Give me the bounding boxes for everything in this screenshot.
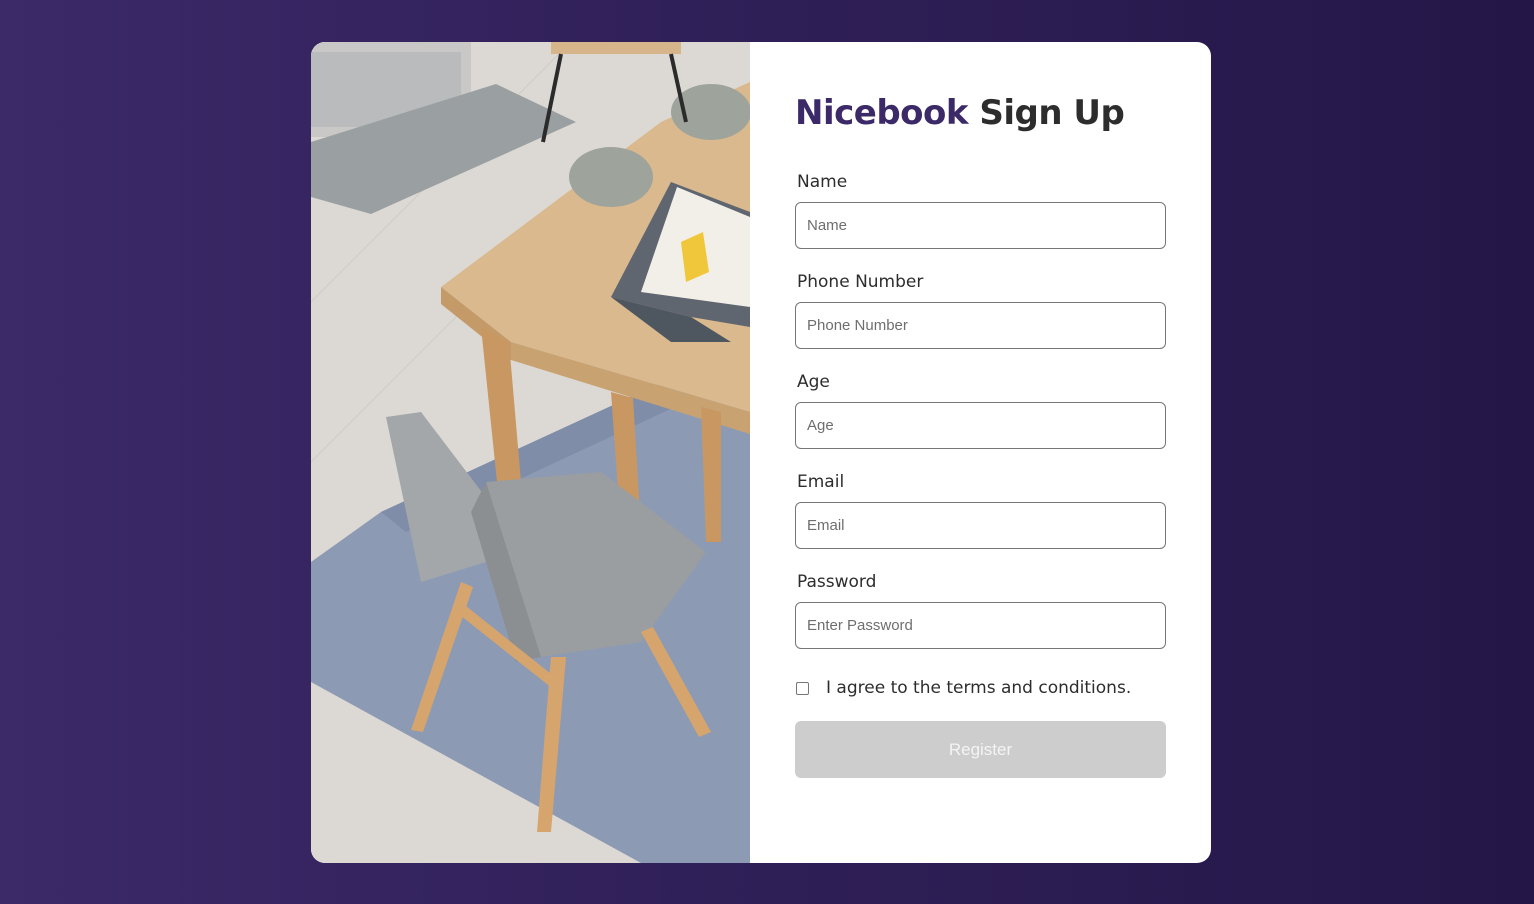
name-label: Name [797, 172, 848, 192]
age-label: Age [797, 372, 830, 392]
terms-checkbox[interactable] [796, 681, 809, 695]
password-field-group: Password [795, 572, 1166, 649]
terms-row: I agree to the terms and conditions. [795, 675, 1166, 701]
interior-photo [311, 42, 750, 863]
password-label: Password [797, 572, 877, 592]
name-input[interactable] [795, 202, 1166, 249]
email-input[interactable] [795, 502, 1166, 549]
signup-form: Nicebook Sign Up Name Phone Number Age E… [750, 42, 1211, 863]
terms-label: I agree to the terms and conditions. [826, 678, 1132, 698]
password-input[interactable] [795, 602, 1166, 649]
phone-field-group: Phone Number [795, 272, 1166, 349]
page-title: Nicebook Sign Up [795, 90, 1166, 136]
email-field-group: Email [795, 472, 1166, 549]
email-label: Email [797, 472, 845, 492]
age-field-group: Age [795, 372, 1166, 449]
name-field-group: Name [795, 172, 1166, 249]
brand-name: Nicebook [795, 93, 969, 133]
title-text: Sign Up [979, 93, 1125, 133]
signup-card: Nicebook Sign Up Name Phone Number Age E… [311, 42, 1211, 863]
phone-input[interactable] [795, 302, 1166, 349]
register-button[interactable]: Register [795, 721, 1166, 778]
age-input[interactable] [795, 402, 1166, 449]
phone-label: Phone Number [797, 272, 924, 292]
